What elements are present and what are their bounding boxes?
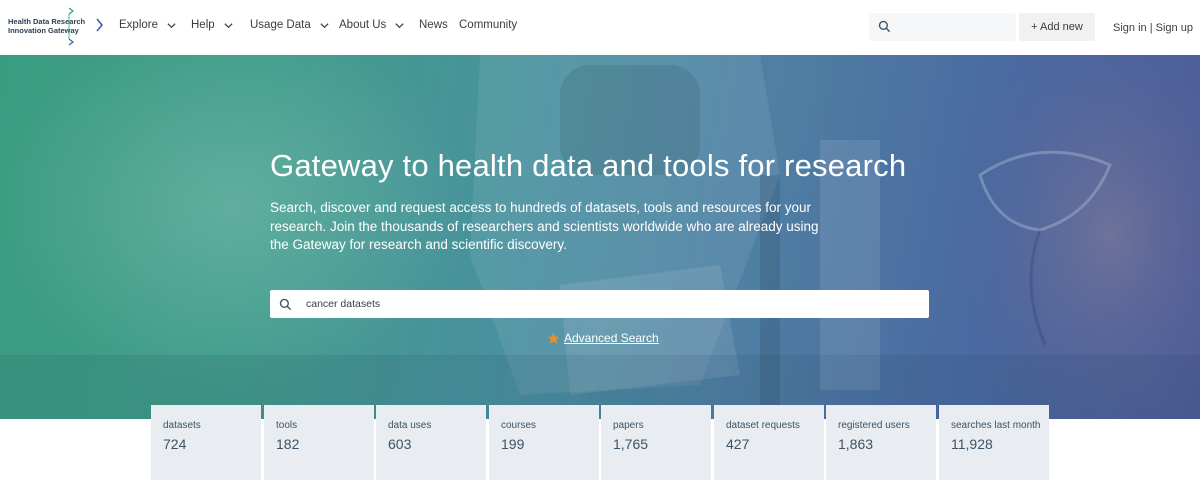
stat-value: 1,765 — [613, 436, 649, 452]
stat-label: tools — [276, 420, 298, 431]
chevron-down-icon — [395, 22, 404, 28]
stat-card-registered-users[interactable]: registered users 1,863 — [826, 405, 936, 480]
hero-description: Search, discover and request access to h… — [270, 200, 819, 252]
stat-card-searches-last-month[interactable]: searches last month 11,928 — [939, 405, 1049, 480]
nav-explore[interactable]: Explore — [119, 19, 177, 31]
search-icon — [878, 20, 891, 33]
auth-separator: | — [1146, 22, 1156, 34]
auth-links: Sign in | Sign up — [1113, 22, 1193, 34]
stat-value: 182 — [276, 436, 300, 452]
gateway-logo[interactable]: Health Data Research Innovation Gateway — [8, 7, 104, 47]
chevron-down-icon — [167, 22, 176, 28]
hero-title: Gateway to health data and tools for res… — [270, 148, 907, 183]
stat-card-courses[interactable]: courses 199 — [489, 405, 599, 480]
star-icon — [547, 332, 560, 344]
stat-card-dataset-requests[interactable]: dataset requests 427 — [714, 405, 824, 480]
advanced-search-label: Advanced Search — [564, 331, 659, 345]
nav-community-label: Community — [459, 19, 518, 31]
nav-about-us-label: About Us — [339, 19, 387, 31]
stat-card-data-uses[interactable]: data uses 603 — [376, 405, 486, 480]
nav-news-label: News — [419, 19, 448, 31]
advanced-search-link[interactable]: Advanced Search — [547, 331, 659, 345]
stat-label: data uses — [388, 420, 432, 431]
stat-label: searches last month — [951, 420, 1041, 431]
stat-label: datasets — [163, 420, 201, 431]
search-icon — [279, 298, 292, 311]
hero-banner: Gateway to health data and tools for res… — [0, 55, 1200, 419]
hero-search-input[interactable] — [306, 294, 906, 314]
stat-value: 11,928 — [951, 436, 993, 452]
logo-mark — [68, 7, 104, 46]
stat-label: dataset requests — [726, 420, 800, 431]
add-new-button[interactable]: + Add new — [1019, 13, 1095, 41]
stat-card-papers[interactable]: papers 1,765 — [601, 405, 711, 480]
nav-help[interactable]: Help — [191, 19, 234, 31]
nav-news[interactable]: News — [419, 19, 448, 31]
stat-card-datasets[interactable]: datasets 724 — [151, 405, 261, 480]
stat-value: 427 — [726, 436, 750, 452]
nav-usage-data-label: Usage Data — [250, 19, 311, 31]
stat-label: courses — [501, 420, 537, 431]
hero-search-box[interactable] — [270, 290, 929, 318]
stat-label: registered users — [838, 420, 910, 431]
sign-in-link[interactable]: Sign in — [1113, 22, 1147, 34]
chevron-down-icon — [320, 22, 329, 28]
chevron-down-icon — [224, 22, 233, 28]
nav-help-label: Help — [191, 19, 215, 31]
nav-usage-data[interactable]: Usage Data — [250, 19, 330, 31]
header-search-box[interactable] — [869, 13, 1016, 41]
nav-community[interactable]: Community — [459, 19, 517, 31]
top-navigation-bar: Health Data Research Innovation Gateway … — [0, 0, 1200, 55]
nav-about-us[interactable]: About Us — [339, 19, 405, 31]
stat-value: 199 — [501, 436, 525, 452]
stat-value: 1,863 — [838, 436, 874, 452]
stat-value: 724 — [163, 436, 187, 452]
stat-value: 603 — [388, 436, 412, 452]
stat-label: papers — [613, 420, 644, 431]
header-search-input[interactable] — [899, 17, 1009, 37]
stat-card-tools[interactable]: tools 182 — [264, 405, 374, 480]
nav-explore-label: Explore — [119, 19, 158, 31]
sign-up-link[interactable]: Sign up — [1156, 22, 1193, 34]
